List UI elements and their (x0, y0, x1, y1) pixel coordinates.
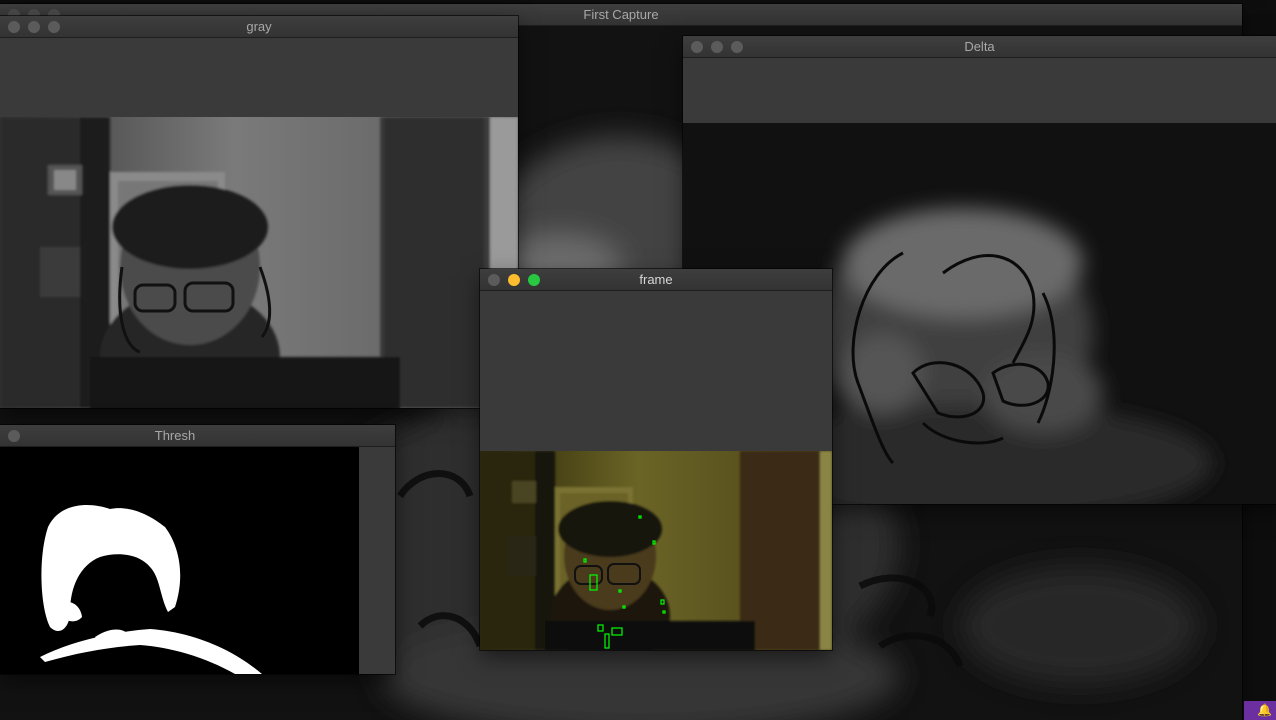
gray-titlebar[interactable]: gray (0, 16, 518, 38)
thresh-titlebar[interactable]: Thresh (0, 425, 395, 447)
thresh-window[interactable]: Thresh (0, 425, 395, 674)
gray-window[interactable]: gray (0, 16, 518, 408)
window-title: frame (639, 272, 673, 287)
window-title: Delta (964, 39, 995, 54)
gray-toolbar (0, 38, 518, 117)
frame-toolbar (480, 291, 832, 451)
frame-titlebar[interactable]: frame (480, 269, 832, 291)
window-title: Thresh (154, 428, 196, 443)
threshold-mask-image (0, 447, 395, 674)
bell-icon: 🔔 (1257, 703, 1272, 717)
delta-titlebar[interactable]: Delta (683, 36, 1276, 58)
gray-image (0, 117, 518, 408)
frame-window[interactable]: frame (480, 269, 832, 650)
grayscale-webcam-image (0, 117, 518, 408)
color-webcam-image (480, 451, 832, 650)
window-title: gray (246, 19, 272, 34)
delta-toolbar (683, 58, 1276, 123)
notification-badge[interactable]: 🔔 (1244, 701, 1276, 720)
thresh-image (0, 447, 395, 674)
frame-image (480, 451, 832, 650)
